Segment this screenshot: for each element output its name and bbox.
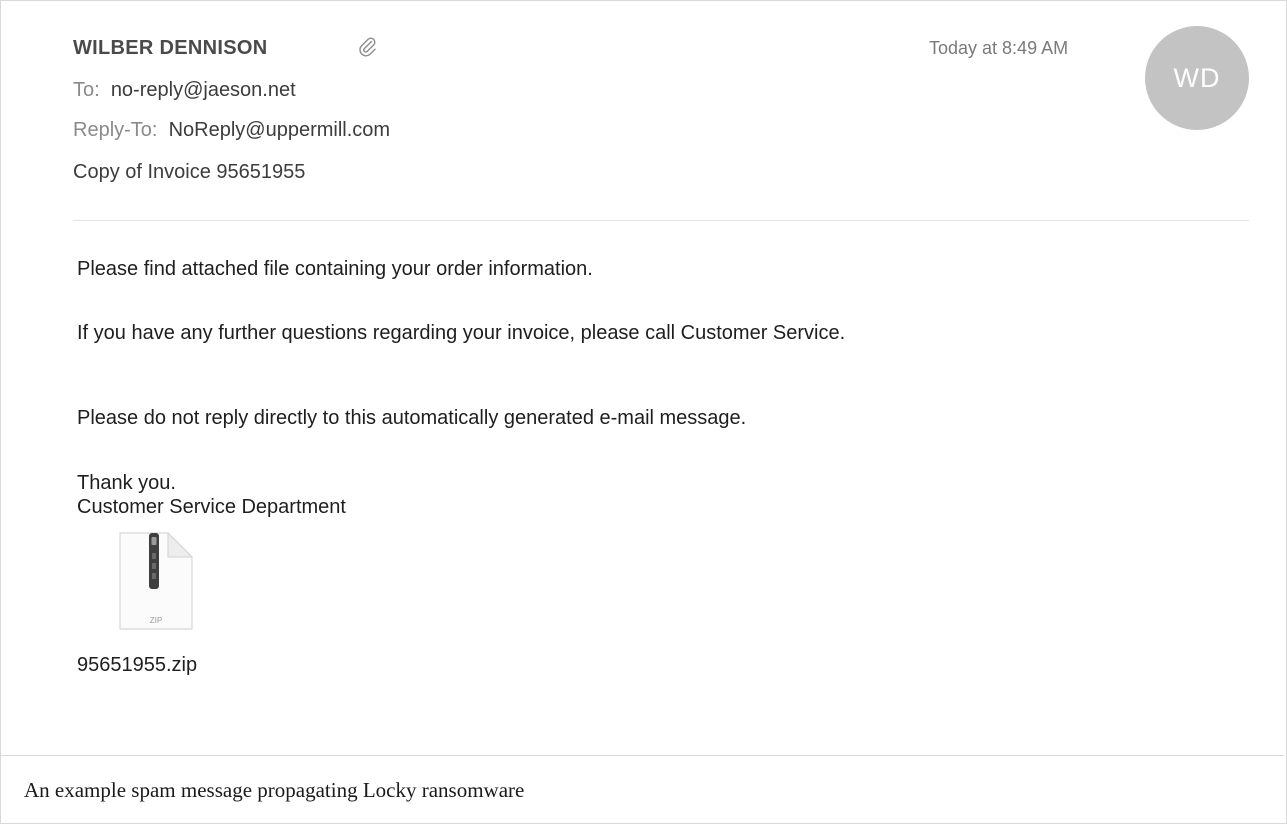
email-message-view: WILBER DENNISON Today at 8:49 AM WD To: …: [1, 1, 1284, 755]
reply-to-row: Reply-To: NoReply@uppermill.com: [73, 119, 390, 142]
figure-caption: An example spam message propagating Lock…: [24, 778, 525, 802]
body-line: Please find attached file containing you…: [77, 258, 593, 280]
avatar: WD: [1145, 26, 1249, 130]
body-line: If you have any further questions regard…: [77, 322, 846, 344]
caption-bar: An example spam message propagating Lock…: [1, 755, 1284, 823]
zip-file-icon[interactable]: ZIP: [118, 531, 194, 631]
body-line: Thank you.: [77, 472, 176, 494]
sender-name[interactable]: WILBER DENNISON: [73, 37, 268, 60]
to-address[interactable]: no-reply@jaeson.net: [111, 79, 296, 101]
reply-to-label: Reply-To:: [73, 119, 158, 141]
message-date: Today at 8:49 AM: [929, 38, 1069, 58]
paperclip-icon: [359, 37, 376, 57]
body-line: Please do not reply directly to this aut…: [77, 407, 747, 429]
reply-to-address[interactable]: NoReply@uppermill.com: [169, 119, 390, 141]
header-divider: [73, 220, 1249, 221]
to-label: To:: [73, 79, 100, 101]
zip-type-label: ZIP: [150, 616, 162, 625]
to-row: To: no-reply@jaeson.net: [73, 79, 296, 102]
attachment-filename[interactable]: 95651955.zip: [77, 654, 197, 677]
body-line: Customer Service Department: [77, 496, 346, 518]
message-subject: Copy of Invoice 95651955: [73, 161, 306, 183]
